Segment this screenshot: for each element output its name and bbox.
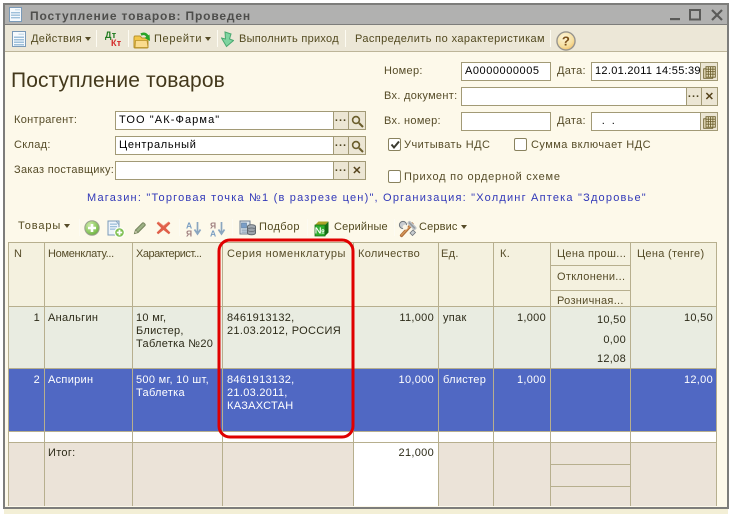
svg-text:А: А xyxy=(210,229,216,238)
svg-text:Я: Я xyxy=(186,229,192,238)
svg-text:?: ? xyxy=(562,34,570,49)
svg-text:№: № xyxy=(315,226,325,236)
